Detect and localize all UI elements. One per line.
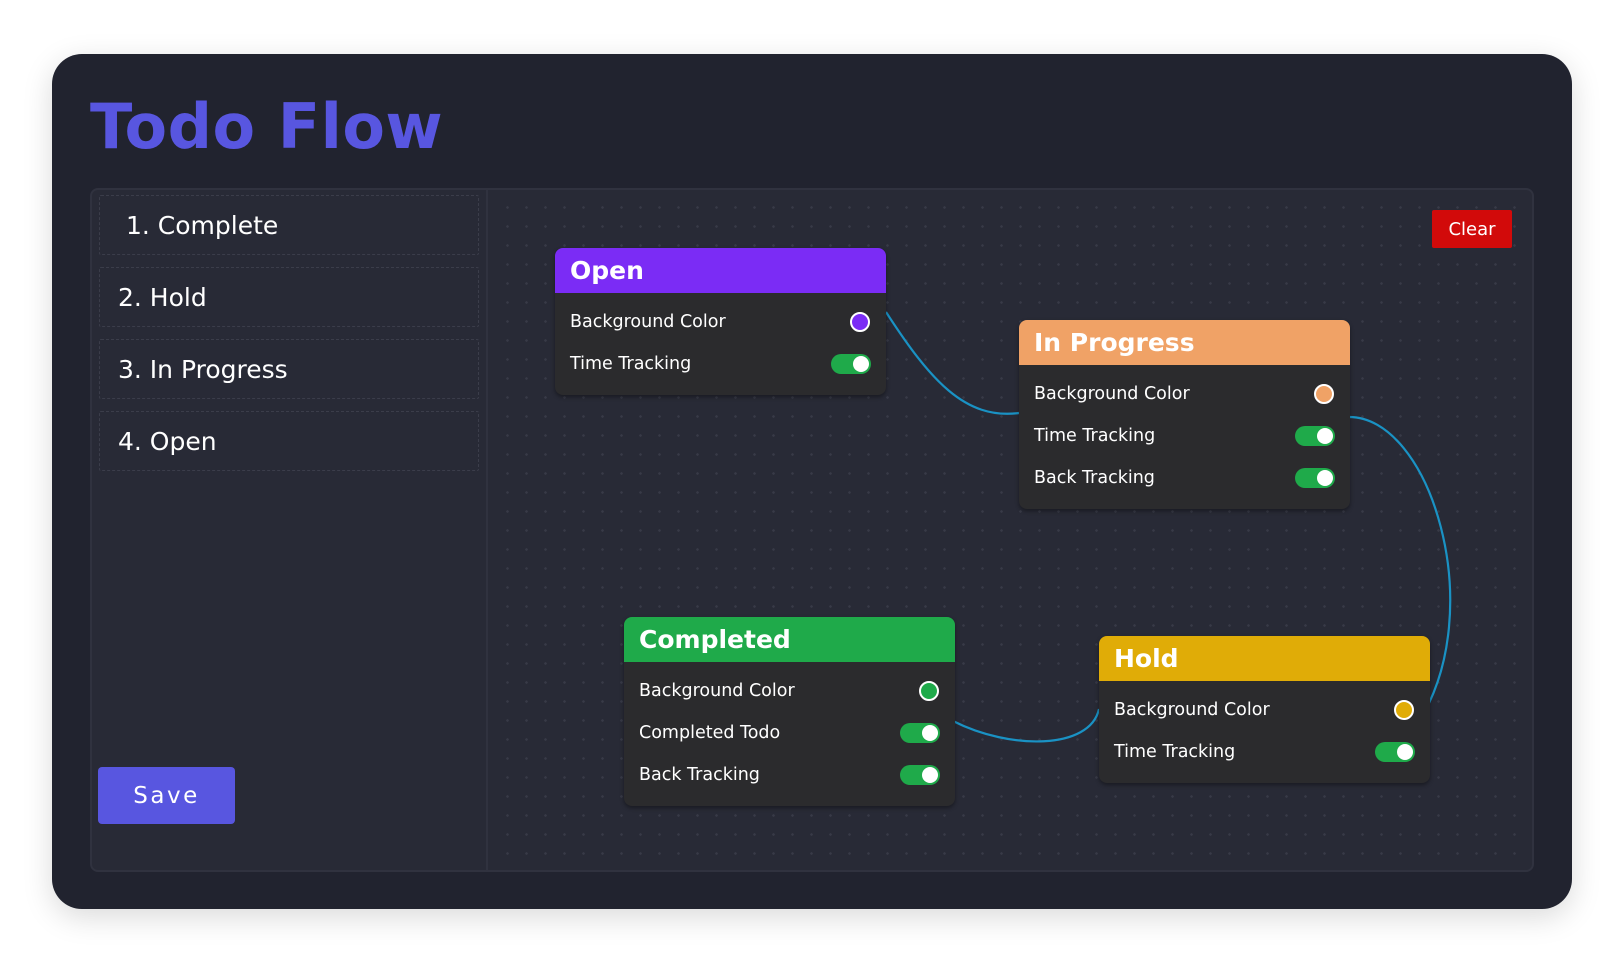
node-body: Background Color Time Tracking [1099, 681, 1430, 783]
save-button[interactable]: Save [98, 767, 235, 824]
color-picker-dot[interactable] [1394, 700, 1414, 720]
row-label: Background Color [1114, 700, 1270, 720]
node-title: Open [570, 256, 644, 285]
node-in-progress[interactable]: In Progress Background Color Time Tracki… [1019, 320, 1350, 509]
node-title: In Progress [1034, 328, 1195, 357]
node-row: Time Tracking [555, 343, 886, 385]
edge-hold-to-completed[interactable] [952, 708, 1101, 743]
time-tracking-toggle[interactable] [1295, 426, 1335, 446]
node-row: Back Tracking [624, 754, 955, 796]
node-open[interactable]: Open Background Color Time Tracking [555, 248, 886, 395]
node-row: Background Color [624, 670, 955, 712]
node-hold[interactable]: Hold Background Color Time Tracking [1099, 636, 1430, 783]
row-label: Back Tracking [1034, 468, 1155, 488]
clear-button[interactable]: Clear [1432, 210, 1512, 248]
row-label: Back Tracking [639, 765, 760, 785]
node-header[interactable]: Hold [1099, 636, 1430, 681]
sidebar-item-complete[interactable]: 1. Complete [99, 195, 479, 255]
flow-canvas[interactable]: Clear Open Background Color Time Trackin… [490, 190, 1532, 870]
node-row: Time Tracking [1019, 415, 1350, 457]
node-body: Background Color Completed Todo Back Tra… [624, 662, 955, 806]
node-row: Background Color [1099, 689, 1430, 731]
node-row: Completed Todo [624, 712, 955, 754]
color-picker-dot[interactable] [850, 312, 870, 332]
sidebar: 1. Complete 2. Hold 3. In Progress 4. Op… [92, 190, 488, 870]
node-header[interactable]: In Progress [1019, 320, 1350, 365]
node-body: Background Color Time Tracking [555, 293, 886, 395]
row-label: Completed Todo [639, 723, 781, 743]
node-completed[interactable]: Completed Background Color Completed Tod… [624, 617, 955, 806]
node-title: Hold [1114, 644, 1179, 673]
sidebar-item-hold[interactable]: 2. Hold [99, 267, 479, 327]
workspace: 1. Complete 2. Hold 3. In Progress 4. Op… [90, 188, 1534, 872]
back-tracking-toggle[interactable] [1295, 468, 1335, 488]
sidebar-item-open[interactable]: 4. Open [99, 411, 479, 471]
completed-todo-toggle[interactable] [900, 723, 940, 743]
node-header[interactable]: Open [555, 248, 886, 293]
node-row: Time Tracking [1099, 731, 1430, 773]
node-title: Completed [639, 625, 791, 654]
color-picker-dot[interactable] [1314, 384, 1334, 404]
row-label: Time Tracking [570, 354, 692, 374]
page-title: Todo Flow [90, 90, 444, 163]
time-tracking-toggle[interactable] [831, 354, 871, 374]
back-tracking-toggle[interactable] [900, 765, 940, 785]
row-label: Background Color [639, 681, 795, 701]
row-label: Time Tracking [1034, 426, 1156, 446]
row-label: Background Color [570, 312, 726, 332]
edge-open-to-in-progress[interactable] [885, 311, 1020, 415]
node-row: Back Tracking [1019, 457, 1350, 499]
sidebar-item-in-progress[interactable]: 3. In Progress [99, 339, 479, 399]
node-header[interactable]: Completed [624, 617, 955, 662]
time-tracking-toggle[interactable] [1375, 742, 1415, 762]
node-row: Background Color [555, 301, 886, 343]
row-label: Time Tracking [1114, 742, 1236, 762]
color-picker-dot[interactable] [919, 681, 939, 701]
node-body: Background Color Time Tracking Back Trac… [1019, 365, 1350, 509]
node-row: Background Color [1019, 373, 1350, 415]
row-label: Background Color [1034, 384, 1190, 404]
